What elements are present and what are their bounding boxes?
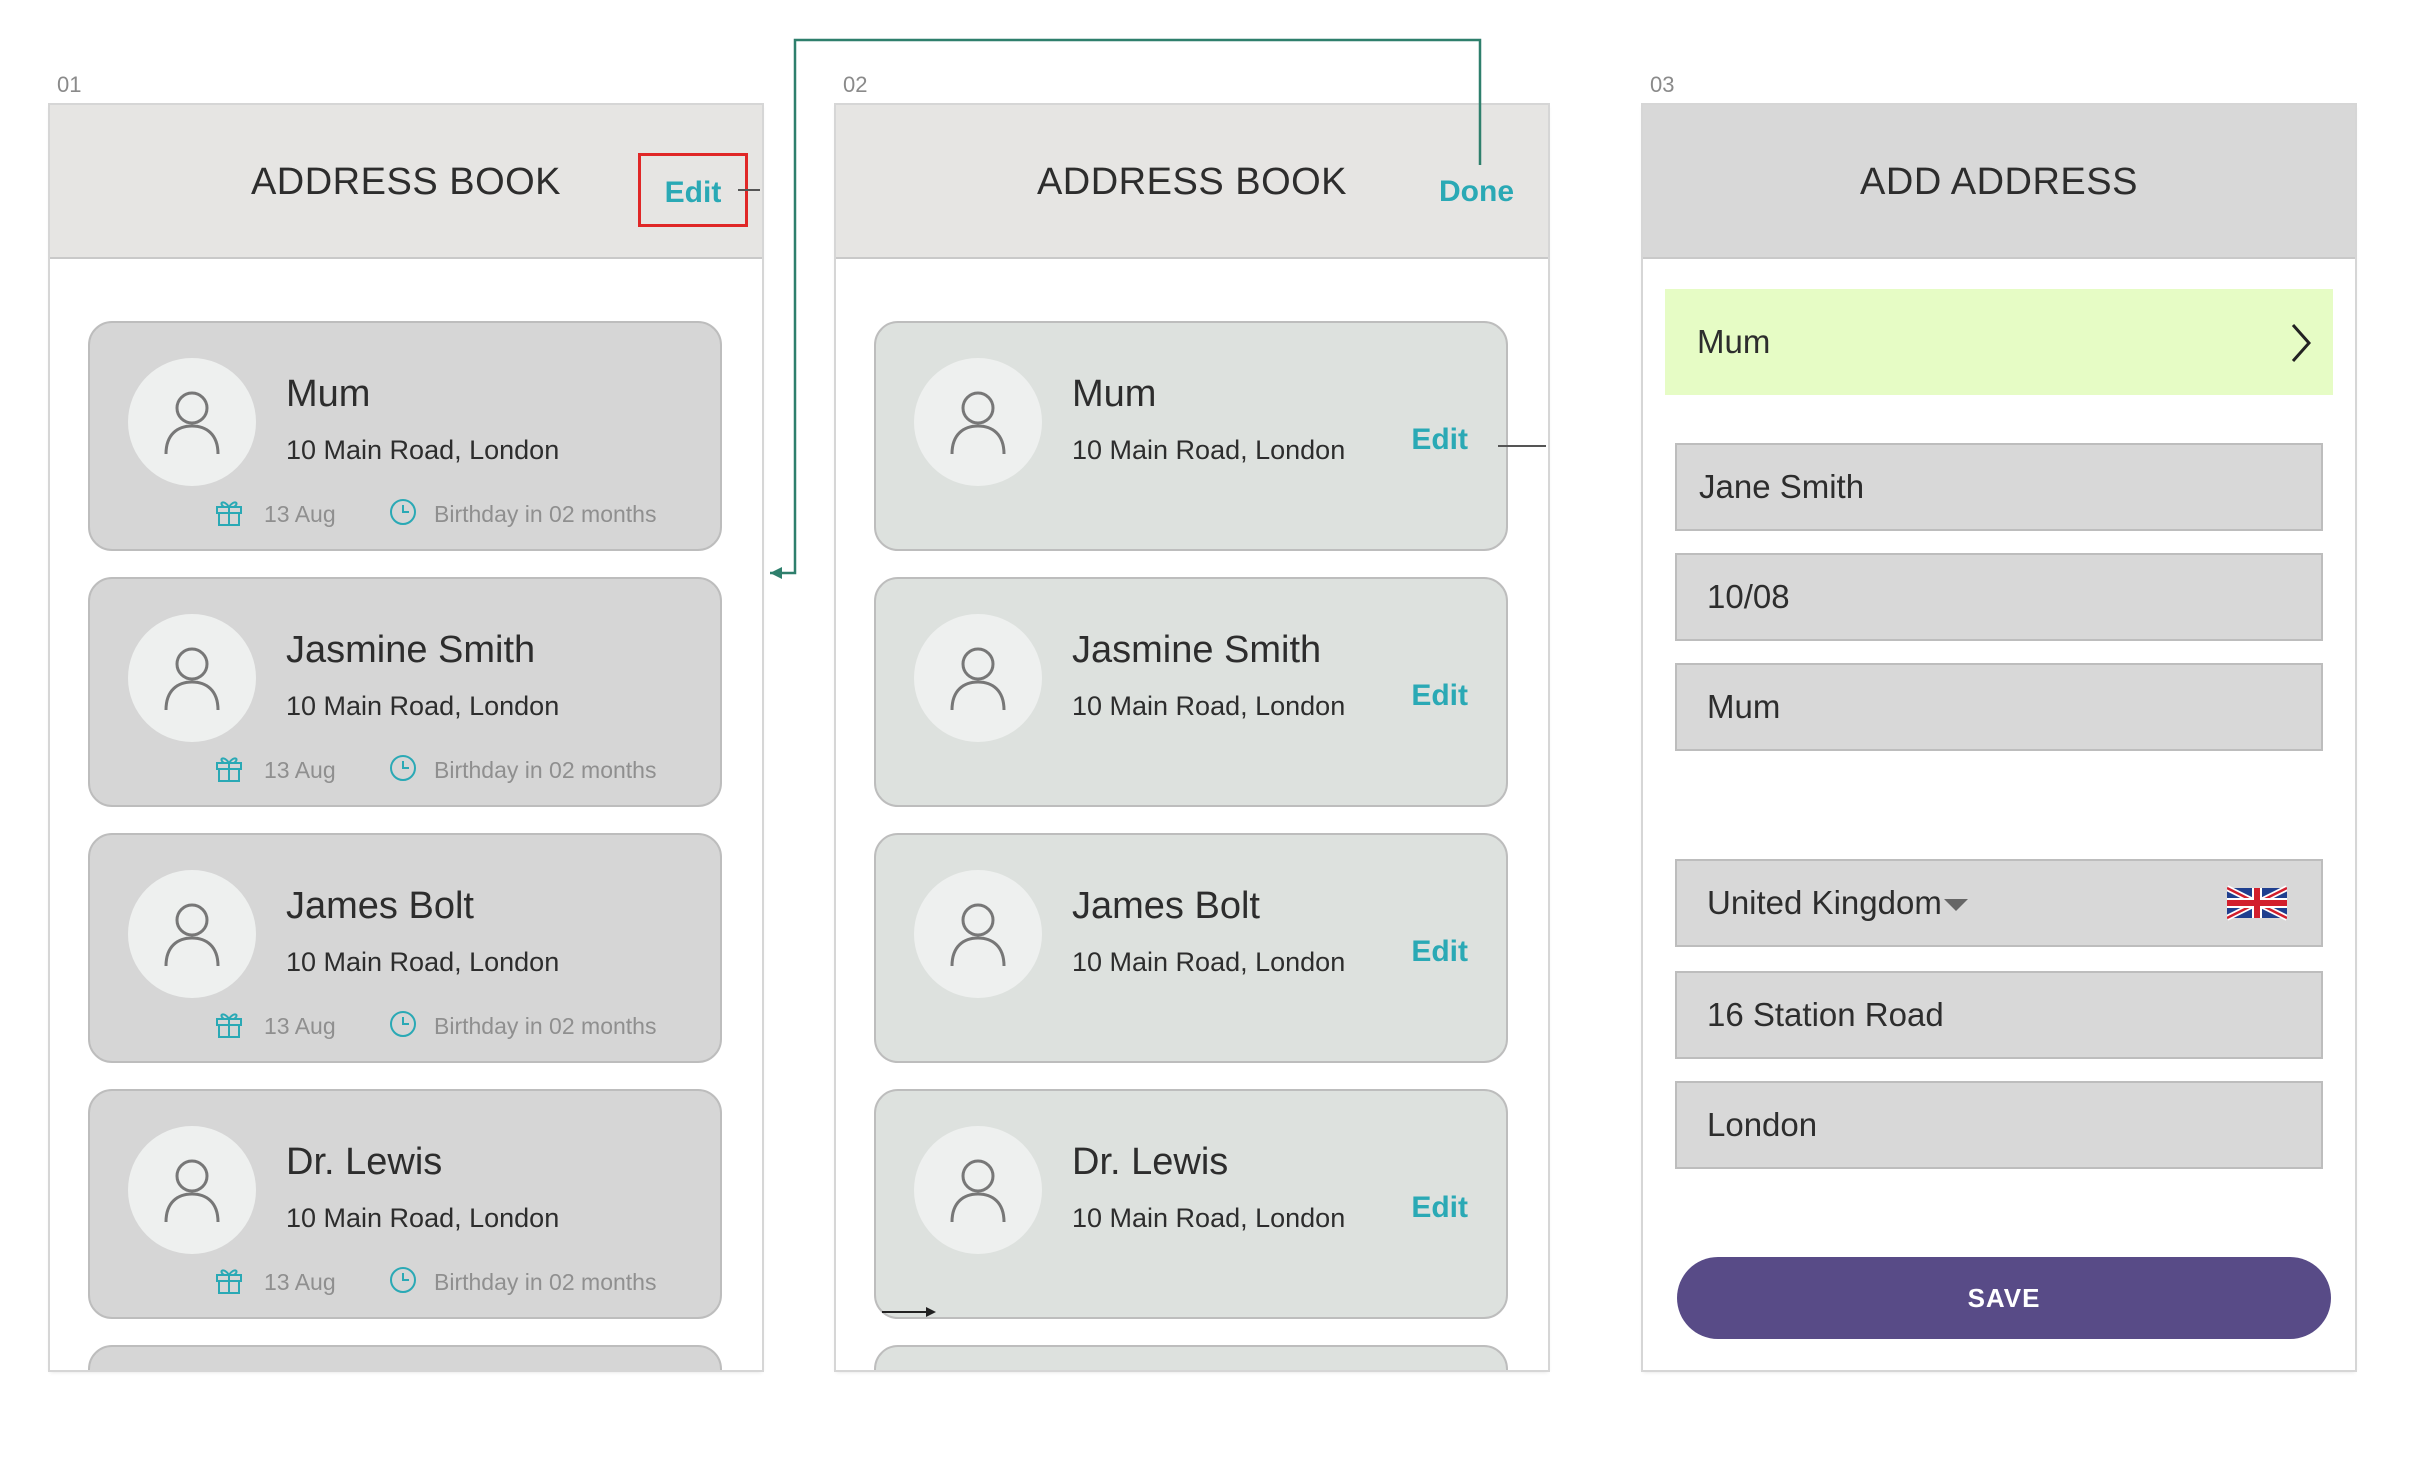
arrow-head: [926, 1307, 936, 1317]
flow-arrow-done-to-list: [770, 38, 1482, 575]
arrow-head: [770, 567, 782, 579]
flow-annotations: [738, 38, 1546, 1317]
